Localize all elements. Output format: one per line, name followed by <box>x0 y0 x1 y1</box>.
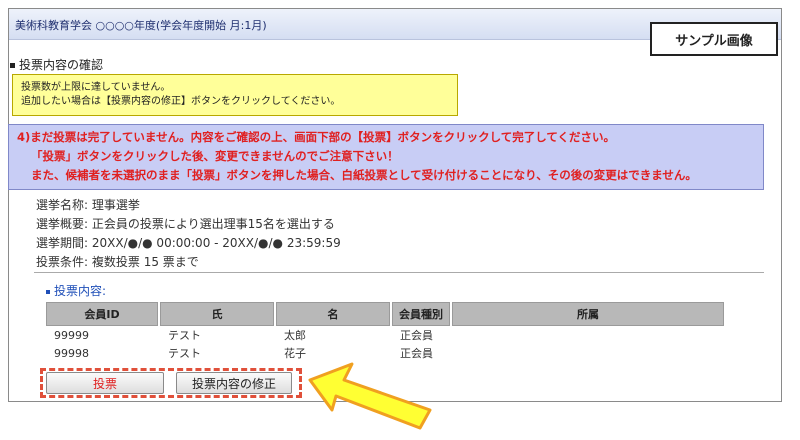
election-condition: 複数投票 15 票まで <box>91 255 199 269</box>
warning-line: 「投票」ボタンをクリックした後、変更できませんのでご注意下さい！ <box>31 149 399 163</box>
cell-last-name: テスト <box>168 329 201 342</box>
cell-first-name: 太郎 <box>284 329 306 342</box>
cell-member-id: 99999 <box>54 328 89 342</box>
bullet-icon <box>46 289 50 294</box>
election-summary-row: 選挙概要: 正会員の投票により選出理事15名を選出する <box>36 215 341 234</box>
election-period-row: 選挙期間: 20XX/●/● 00:00:00 - 20XX/●/● 23:59… <box>36 234 341 253</box>
notice-line: 投票数が上限に達していません。 <box>21 82 171 93</box>
cell-affiliation <box>452 326 724 344</box>
vote-heading: 投票内容: <box>46 282 106 299</box>
section-heading: 投票内容の確認 <box>10 56 103 73</box>
column-header-first-name: 名 <box>276 302 390 326</box>
election-name-label: 選挙名称: <box>36 198 89 212</box>
column-header-member-type: 会員種別 <box>392 302 450 326</box>
election-summary: 正会員の投票により選出理事15名を選出する <box>91 217 335 231</box>
divider <box>34 272 764 273</box>
cell-affiliation <box>452 344 724 362</box>
vote-table: 会員ID 氏 名 会員種別 所属 99999 テスト 太郎 正会員 99998 … <box>44 302 726 362</box>
table-row: 99999 テスト 太郎 正会員 <box>46 326 724 344</box>
election-name: 理事選挙 <box>91 198 140 212</box>
election-summary-label: 選挙概要: <box>36 217 89 231</box>
election-condition-row: 投票条件: 複数投票 15 票まで <box>36 253 341 272</box>
column-header-last-name: 氏 <box>160 302 274 326</box>
bullet-icon <box>10 63 15 68</box>
modify-vote-button[interactable]: 投票内容の修正 <box>176 372 292 394</box>
election-name-row: 選挙名称: 理事選挙 <box>36 196 341 215</box>
cell-member-id: 99998 <box>54 346 89 360</box>
election-info: 選挙名称: 理事選挙 選挙概要: 正会員の投票により選出理事15名を選出する 選… <box>36 196 341 272</box>
election-condition-label: 投票条件: <box>36 255 89 269</box>
sample-image-label: サンプル画像 <box>650 22 778 56</box>
warning-box: 4)まだ投票は完了していません。内容をご確認の上、画面下部の【投票】ボタンをクリ… <box>8 124 764 190</box>
window-title: 美術科教育学会 ○○○○年度(学会年度開始 月:1月) <box>15 19 267 32</box>
warning-line: また、候補者を未選択のまま「投票」ボタンを押した場合、白紙投票として受け付けるこ… <box>31 168 697 182</box>
vote-button[interactable]: 投票 <box>46 372 164 394</box>
cell-member-type: 正会員 <box>400 329 433 342</box>
section-heading-text: 投票内容の確認 <box>19 58 104 72</box>
table-header-row: 会員ID 氏 名 会員種別 所属 <box>46 302 724 326</box>
election-period: 20XX/●/● 00:00:00 - 20XX/●/● 23:59:59 <box>91 236 341 250</box>
warning-line: 4)まだ投票は完了していません。内容をご確認の上、画面下部の【投票】ボタンをクリ… <box>17 130 616 144</box>
column-header-member-id: 会員ID <box>46 302 158 326</box>
pointer-arrow-icon <box>300 360 440 436</box>
column-header-affiliation: 所属 <box>452 302 724 326</box>
notice-line: 追加したい場合は【投票内容の修正】ボタンをクリックしてください。 <box>21 96 341 107</box>
notice-box: 投票数が上限に達していません。 追加したい場合は【投票内容の修正】ボタンをクリッ… <box>12 74 458 116</box>
vote-heading-text: 投票内容: <box>54 284 107 298</box>
cell-last-name: テスト <box>168 347 201 360</box>
election-period-label: 選挙期間: <box>36 236 89 250</box>
